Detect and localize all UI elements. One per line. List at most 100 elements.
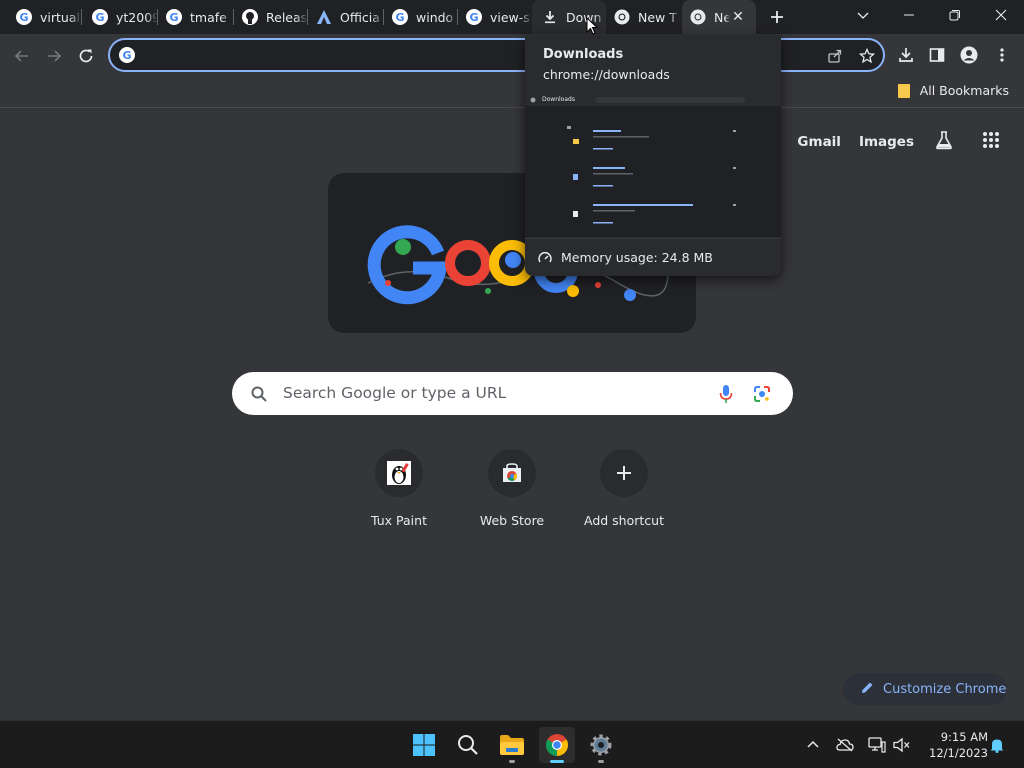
search-icon xyxy=(458,735,478,755)
start-button[interactable] xyxy=(406,727,442,763)
chrome-icon xyxy=(690,9,706,25)
tab-view-source[interactable]: G view-s xyxy=(458,0,532,34)
windows-logo-icon xyxy=(413,734,435,756)
tab-label: windo xyxy=(416,9,454,25)
system-clock[interactable]: 9:15 AM 12/1/2023 xyxy=(918,729,988,761)
forward-button[interactable] xyxy=(40,42,68,70)
show-hidden-icons-button[interactable] xyxy=(804,736,822,754)
gauge-icon xyxy=(538,251,552,265)
thumbnail-header-text: Downloads xyxy=(542,96,575,103)
shortcut-tux-paint[interactable]: Tux Paint xyxy=(343,449,455,528)
customize-chrome-button[interactable]: Customize Chrome xyxy=(843,673,1007,705)
svg-text:G: G xyxy=(95,11,104,24)
volume-muted-icon[interactable] xyxy=(893,736,911,754)
close-window-button[interactable] xyxy=(978,0,1024,30)
close-tab-icon[interactable]: ✕ xyxy=(730,9,746,25)
back-button[interactable] xyxy=(8,42,36,70)
avatar-icon xyxy=(960,46,978,64)
chrome-menu-button[interactable] xyxy=(992,45,1012,65)
onedrive-offline-icon[interactable] xyxy=(836,736,854,754)
reload-icon xyxy=(79,49,93,63)
new-tab-button[interactable] xyxy=(765,5,789,29)
tab-tmafe[interactable]: G tmafe xyxy=(158,0,234,34)
images-link[interactable]: Images xyxy=(859,134,914,150)
memory-usage-text: Memory usage: 24.8 MB xyxy=(561,250,713,265)
tab-label: Ne xyxy=(714,9,730,25)
reload-button[interactable] xyxy=(72,42,100,70)
folder-icon xyxy=(897,83,910,98)
google-icon: G xyxy=(119,47,135,63)
share-icon[interactable] xyxy=(826,47,844,65)
gmail-link[interactable]: Gmail xyxy=(797,134,841,150)
tab-windows[interactable]: G windo xyxy=(384,0,458,34)
search-box[interactable]: Search Google or type a URL xyxy=(232,372,793,415)
google-icon: G xyxy=(16,9,32,25)
tab-label: view-s xyxy=(490,9,530,25)
tab-virtual[interactable]: G virtual xyxy=(0,0,82,34)
browser-window: G virtual G yt2009 G tmafe Releas Offici… xyxy=(0,0,1024,768)
restore-button[interactable] xyxy=(932,0,978,30)
shortcut-web-store[interactable]: Web Store xyxy=(456,449,568,528)
tab-new-tab-active[interactable]: Ne ✕ xyxy=(682,0,756,34)
file-explorer-button[interactable] xyxy=(494,727,530,763)
mouse-cursor-icon xyxy=(586,16,599,39)
tab-hover-card: Downloads chrome://downloads Downloads M… xyxy=(525,35,781,276)
settings-taskbar-button[interactable] xyxy=(583,727,619,763)
all-bookmarks-button[interactable]: All Bookmarks xyxy=(897,83,1009,98)
hover-card-thumbnail: Downloads xyxy=(525,94,781,237)
bookmark-star-icon[interactable] xyxy=(858,47,876,65)
minimize-icon xyxy=(904,14,914,16)
plus-icon xyxy=(771,11,783,23)
voice-search-icon[interactable] xyxy=(719,384,733,408)
tab-label: yt2009 xyxy=(116,9,158,25)
kebab-menu-icon xyxy=(1000,48,1004,62)
ntp-top-links: Gmail Images xyxy=(779,130,1000,154)
svg-text:G: G xyxy=(169,11,178,24)
clock-time: 9:15 AM xyxy=(940,730,988,744)
tab-releases[interactable]: Releas xyxy=(234,0,308,34)
downloads-button[interactable] xyxy=(896,45,916,65)
folder-icon xyxy=(500,735,524,755)
bookmarks-bar: All Bookmarks xyxy=(0,78,1024,108)
tab-new-tab[interactable]: New T xyxy=(606,0,682,34)
tab-official[interactable]: Officia xyxy=(308,0,384,34)
customize-label: Customize Chrome xyxy=(883,681,1007,697)
close-icon xyxy=(995,9,1007,21)
hover-card-title: Downloads xyxy=(543,47,624,62)
restore-icon xyxy=(949,10,960,21)
network-icon[interactable] xyxy=(868,736,886,754)
tab-strip: G virtual G yt2009 G tmafe Releas Offici… xyxy=(0,0,1024,34)
profile-button[interactable] xyxy=(959,45,979,65)
taskbar-search-button[interactable] xyxy=(450,727,486,763)
minimize-button[interactable] xyxy=(886,0,932,30)
chrome-taskbar-button[interactable] xyxy=(539,727,575,763)
tab-search-button[interactable] xyxy=(840,0,886,30)
add-shortcut-button[interactable]: Add shortcut xyxy=(568,449,680,528)
chevron-up-icon xyxy=(807,740,819,748)
github-icon xyxy=(242,9,258,25)
google-icon: G xyxy=(466,9,482,25)
arch-logo-icon xyxy=(316,9,332,25)
plus-icon xyxy=(600,449,648,497)
clock-date: 12/1/2023 xyxy=(929,746,988,760)
shortcut-label: Tux Paint xyxy=(371,513,427,528)
notification-bell-icon[interactable] xyxy=(988,736,1006,754)
lens-search-icon[interactable] xyxy=(753,385,771,407)
svg-text:G: G xyxy=(469,11,478,24)
svg-text:G: G xyxy=(122,49,131,62)
download-icon xyxy=(542,9,558,25)
side-panel-icon xyxy=(929,48,945,62)
chevron-down-icon xyxy=(857,12,869,19)
tab-label: Releas xyxy=(266,9,308,25)
chrome-icon xyxy=(546,734,568,756)
side-panel-button[interactable] xyxy=(927,45,947,65)
search-icon xyxy=(251,386,267,406)
tab-label: virtual xyxy=(40,9,80,25)
tab-yt2009[interactable]: G yt2009 xyxy=(82,0,158,34)
tab-label: tmafe xyxy=(190,9,227,25)
svg-text:G: G xyxy=(395,11,404,24)
web-store-icon xyxy=(488,449,536,497)
google-apps-icon[interactable] xyxy=(982,131,1000,153)
labs-flask-icon[interactable] xyxy=(934,130,954,154)
svg-text:G: G xyxy=(19,11,28,24)
